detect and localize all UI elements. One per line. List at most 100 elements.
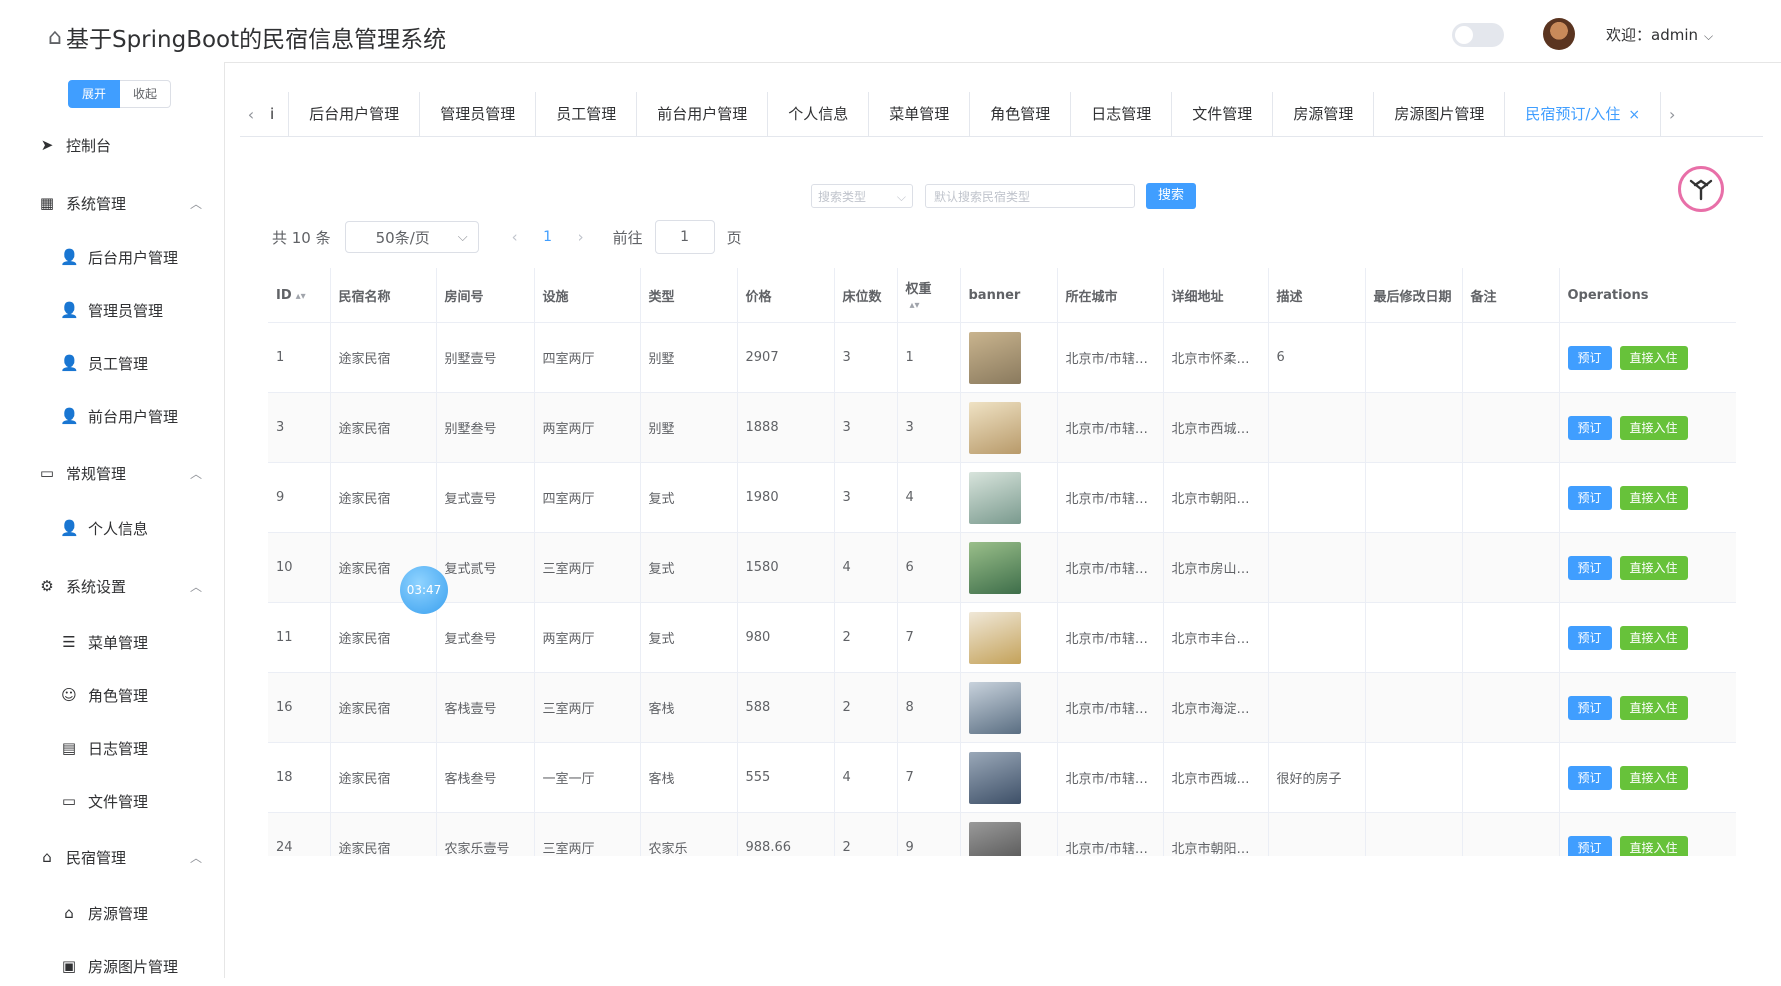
card-icon: ▭	[39, 464, 55, 482]
tab-frontend-users[interactable]: 前台用户管理	[637, 92, 769, 136]
book-button[interactable]: 预订	[1567, 835, 1612, 856]
book-button[interactable]: 预订	[1567, 625, 1612, 650]
column-header[interactable]: ID ▴▾	[268, 268, 331, 323]
table-cell-room: 农家乐壹号	[436, 812, 535, 856]
user-icon: 👤	[60, 354, 79, 372]
table-row: 1 途家民宿 别墅壹号 四室两厅 别墅 2907 3 1 北京市/市辖… 北京市怀柔… 6 预订 直接入…	[268, 322, 1736, 393]
table-cell-facility: 四室两厅	[534, 462, 641, 533]
sidebar-item-staff[interactable]: 👤 员工管理	[0, 343, 224, 383]
table-cell-modified	[1365, 812, 1463, 856]
tab-rooms[interactable]: 房源管理	[1273, 92, 1375, 136]
search-input[interactable]: 默认搜索民宿类型	[925, 184, 1135, 208]
table-cell-modified	[1365, 672, 1463, 743]
expand-button[interactable]: 展开	[68, 80, 121, 108]
table-cell-weight: 8	[897, 672, 961, 743]
next-page-button[interactable]: ›	[563, 228, 599, 246]
table-cell-banner	[960, 392, 1058, 463]
book-button[interactable]: 预订	[1567, 695, 1612, 720]
sidebar-item-logs[interactable]: ▤ 日志管理	[0, 728, 224, 768]
tab-backend-users[interactable]: 后台用户管理	[289, 92, 421, 136]
column-header[interactable]: 权重 ▴▾	[897, 268, 961, 323]
tab-admins[interactable]: 管理员管理	[420, 92, 537, 136]
table-cell-name: 途家民宿	[330, 812, 437, 856]
tab-profile[interactable]: 个人信息	[768, 92, 870, 136]
sidebar-item-backend-users[interactable]: 👤 后台用户管理	[0, 237, 224, 277]
chevron-right-icon[interactable]: ›	[1661, 105, 1683, 124]
goto-page-input[interactable]: 1	[654, 220, 715, 254]
column-header: 房间号	[436, 268, 535, 323]
sidebar-group-general[interactable]: ▭ 常规管理 ︿	[0, 453, 224, 493]
book-button[interactable]: 预订	[1567, 415, 1612, 440]
book-button[interactable]: 预订	[1567, 485, 1612, 510]
app-title: ⌂ 基于SpringBoot的民宿信息管理系统	[48, 20, 446, 54]
sidebar-item-label: 日志管理	[88, 739, 149, 758]
checkin-button[interactable]: 直接入住	[1619, 485, 1688, 510]
sidebar-group-settings[interactable]: ⚙ 系统设置 ︿	[0, 566, 224, 606]
table-cell-note	[1462, 322, 1560, 393]
checkin-button[interactable]: 直接入住	[1619, 625, 1688, 650]
table-cell-beds: 2	[834, 672, 898, 743]
sidebar-item-label: 菜单管理	[88, 633, 149, 652]
checkin-button[interactable]: 直接入住	[1619, 765, 1688, 790]
banner-thumbnail[interactable]	[968, 821, 1021, 856]
tab-menus[interactable]: 菜单管理	[869, 92, 971, 136]
chevron-left-icon[interactable]: ‹	[240, 105, 262, 124]
banner-thumbnail[interactable]	[968, 471, 1021, 524]
page-size-select[interactable]: 50条/页 ⌵	[344, 221, 479, 253]
tab-truncated[interactable]: i	[262, 92, 290, 136]
sidebar-group-system[interactable]: ▦ 系统管理 ︿	[0, 183, 224, 223]
checkin-button[interactable]: 直接入住	[1619, 695, 1688, 720]
tab-files[interactable]: 文件管理	[1172, 92, 1274, 136]
checkin-button[interactable]: 直接入住	[1619, 555, 1688, 580]
book-button[interactable]: 预订	[1567, 555, 1612, 580]
column-header: 设施	[534, 268, 641, 323]
table-cell-type: 别墅	[640, 322, 738, 393]
banner-thumbnail[interactable]	[968, 331, 1021, 384]
checkin-button[interactable]: 直接入住	[1619, 345, 1688, 370]
sidebar-item-profile[interactable]: 👤 个人信息	[0, 508, 224, 548]
sidebar-item-dashboard[interactable]: ➤ 控制台	[0, 125, 224, 165]
checkin-button[interactable]: 直接入住	[1619, 415, 1688, 440]
table-cell-price: 988.66	[737, 812, 835, 856]
checkin-button[interactable]: 直接入住	[1619, 835, 1688, 856]
sidebar-group-homestay[interactable]: ⌂ 民宿管理 ︿	[0, 837, 224, 877]
table-cell-address: 北京市西城…	[1163, 392, 1269, 463]
banner-thumbnail[interactable]	[968, 611, 1021, 664]
book-button[interactable]: 预订	[1567, 345, 1612, 370]
sort-icon[interactable]: ▴▾	[296, 291, 306, 302]
avatar[interactable]	[1543, 18, 1575, 50]
table-cell-facility: 一室一厅	[534, 742, 641, 813]
prev-page-button[interactable]: ‹	[497, 228, 533, 246]
sidebar-item-room-images[interactable]: ▣ 房源图片管理	[0, 946, 224, 986]
sort-icon[interactable]: ▴▾	[910, 300, 920, 311]
banner-thumbnail[interactable]	[968, 751, 1021, 804]
sidebar-item-admins[interactable]: 👤 管理员管理	[0, 290, 224, 330]
sidebar-item-frontend-users[interactable]: 👤 前台用户管理	[0, 396, 224, 436]
tab-staff[interactable]: 员工管理	[536, 92, 638, 136]
close-icon[interactable]: ×	[1628, 107, 1640, 123]
tab-room-images[interactable]: 房源图片管理	[1374, 92, 1506, 136]
search-button[interactable]: 搜索	[1146, 183, 1196, 209]
user-icon: 👤	[60, 519, 79, 537]
sidebar-item-roles[interactable]: ☺ 角色管理	[0, 675, 224, 715]
column-header: 最后修改日期	[1365, 268, 1463, 323]
banner-thumbnail[interactable]	[968, 681, 1021, 734]
tab-roles[interactable]: 角色管理	[970, 92, 1072, 136]
tab-logs[interactable]: 日志管理	[1071, 92, 1173, 136]
book-button[interactable]: 预订	[1567, 765, 1612, 790]
theme-toggle[interactable]	[1452, 23, 1504, 47]
user-menu[interactable]: 欢迎：admin ⌵	[1606, 24, 1713, 45]
table-cell-price: 555	[737, 742, 835, 813]
tab-booking-checkin[interactable]: 民宿预订/入住 ×	[1505, 92, 1662, 136]
sidebar-item-menus[interactable]: ☰ 菜单管理	[0, 622, 224, 662]
collapse-button[interactable]: 收起	[120, 80, 172, 108]
page-number[interactable]: 1	[533, 229, 563, 245]
table-cell-name: 途家民宿	[330, 742, 437, 813]
sidebar-item-files[interactable]: ▭ 文件管理	[0, 781, 224, 821]
search-type-select[interactable]: 搜索类型 ⌵	[811, 184, 913, 208]
banner-thumbnail[interactable]	[968, 401, 1021, 454]
sidebar-item-label: 员工管理	[88, 354, 149, 373]
banner-thumbnail[interactable]	[968, 541, 1021, 594]
recording-timer: 03:47	[400, 566, 448, 614]
sidebar-item-rooms[interactable]: ⌂ 房源管理	[0, 893, 224, 933]
